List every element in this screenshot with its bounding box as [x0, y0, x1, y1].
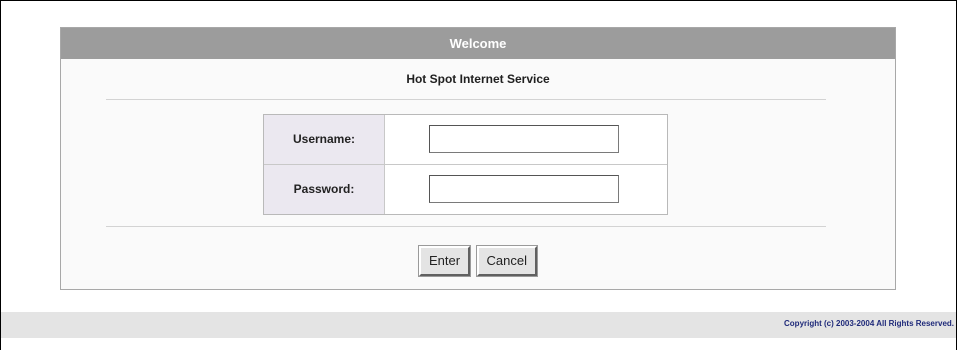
welcome-header: Welcome	[61, 28, 895, 59]
login-panel: Welcome Hot Spot Internet Service Userna…	[60, 27, 896, 290]
username-input[interactable]	[429, 125, 619, 153]
username-row: Username:	[264, 115, 667, 164]
divider-top	[106, 99, 826, 100]
enter-button[interactable]: Enter	[417, 245, 472, 277]
footer-bar: Copyright (c) 2003-2004 All Rights Reser…	[1, 312, 956, 338]
service-title: Hot Spot Internet Service	[406, 72, 550, 86]
password-input[interactable]	[429, 175, 619, 203]
divider-bottom	[106, 226, 826, 227]
copyright-text: Copyright (c) 2003-2004 All Rights Reser…	[784, 319, 954, 328]
cancel-button[interactable]: Cancel	[475, 245, 539, 277]
password-label: Password:	[264, 165, 385, 214]
username-label: Username:	[264, 115, 385, 164]
login-form: Username: Password:	[263, 114, 668, 215]
button-row: Enter Cancel	[61, 245, 895, 277]
password-row: Password:	[264, 164, 667, 214]
